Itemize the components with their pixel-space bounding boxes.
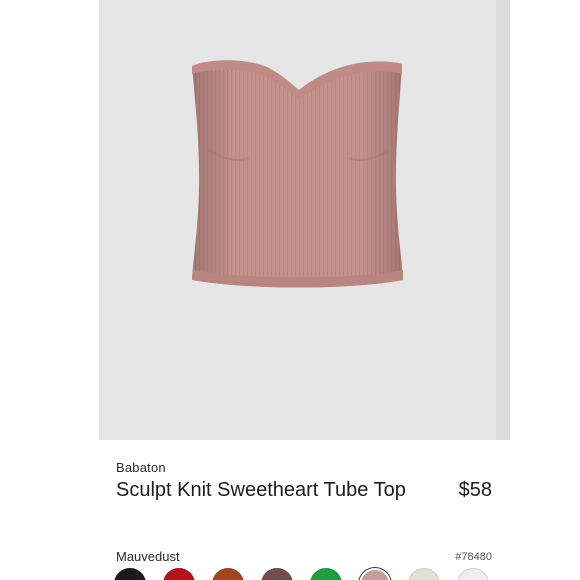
- product-card[interactable]: Babaton Sculpt Knit Sweetheart Tube Top …: [99, 0, 496, 580]
- color-swatch-light-grey[interactable]: [457, 568, 489, 580]
- product-title[interactable]: Sculpt Knit Sweetheart Tube Top: [116, 478, 436, 502]
- tube-top-illustration: [192, 60, 403, 288]
- product-image[interactable]: [99, 0, 496, 440]
- color-swatch-brown[interactable]: [261, 568, 293, 580]
- color-swatch-rust[interactable]: [212, 568, 244, 580]
- selected-color-name: Mauvedust: [116, 549, 180, 564]
- color-swatch-green[interactable]: [310, 568, 342, 580]
- brand-name: Babaton: [116, 460, 166, 475]
- color-swatch-sage[interactable]: [408, 568, 440, 580]
- product-price: $58: [458, 479, 492, 501]
- adjacent-card-edge: [496, 0, 510, 440]
- style-number: #78480: [455, 551, 492, 563]
- color-swatch-black[interactable]: [114, 568, 146, 580]
- color-swatch-mauvedust[interactable]: [359, 568, 391, 580]
- color-swatch-red[interactable]: [163, 568, 195, 580]
